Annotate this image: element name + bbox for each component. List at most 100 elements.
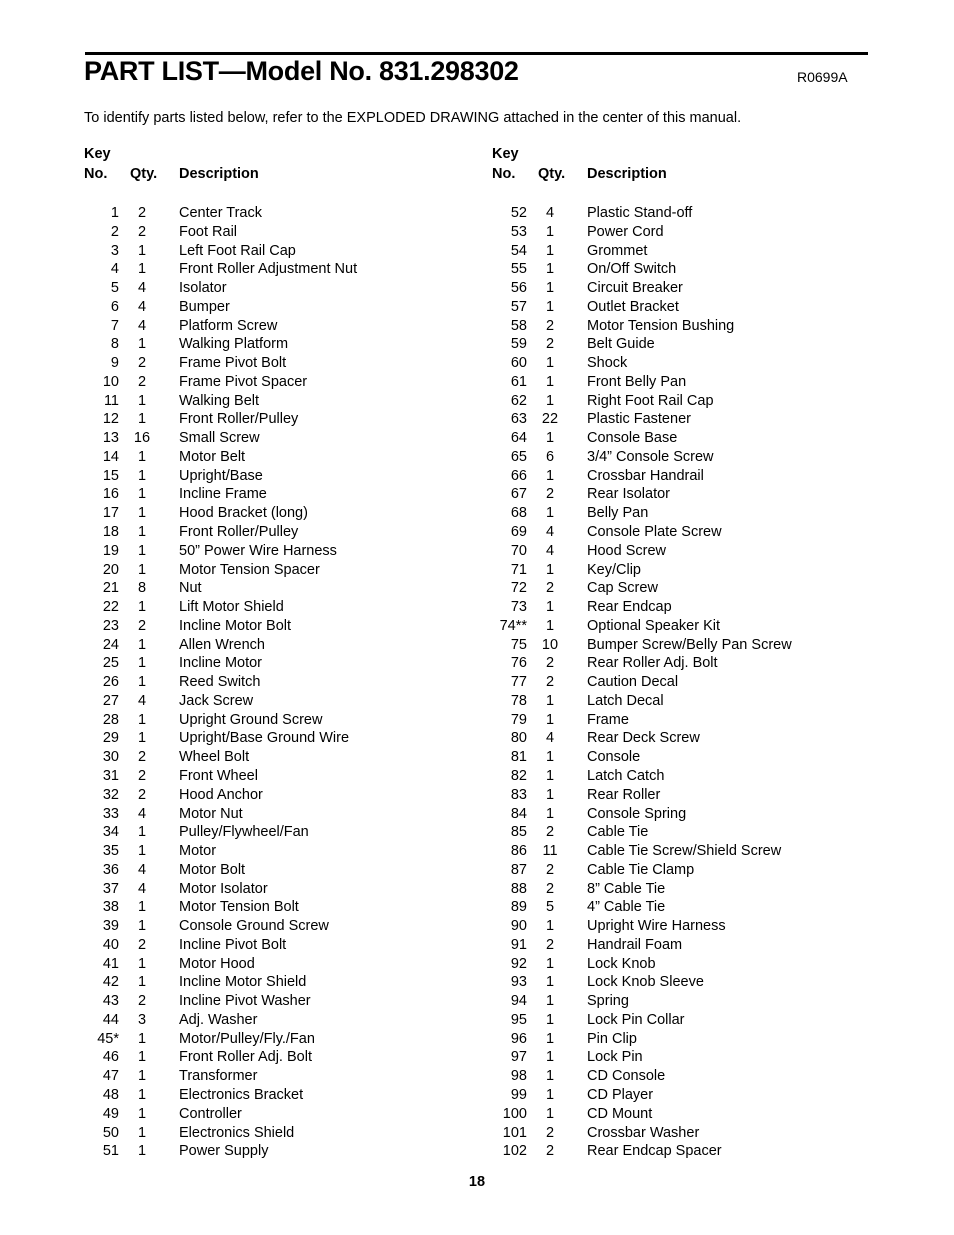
part-key-number: 78 [510,692,527,709]
part-key-number: 70 [510,542,527,559]
part-description: Small Screw [179,430,260,447]
part-description: Shock [587,355,628,372]
part-key-number: 79 [510,711,527,728]
part-key-number: 82 [510,767,527,784]
part-quantity: 1 [137,242,147,259]
part-quantity: 2 [137,617,147,634]
part-quantity: 1 [545,1049,555,1066]
part-key-number: 62 [510,392,527,409]
part-key-number: 47 [102,1068,119,1085]
part-description: Front Roller/Pulley [179,524,299,541]
part-quantity: 1 [137,655,147,672]
part-description: Console Base [587,430,678,447]
part-quantity: 1 [545,767,555,784]
part-quantity: 1 [545,355,555,372]
part-key-number: 71 [510,561,527,578]
part-description: Upright Wire Harness [587,918,726,935]
part-quantity: 2 [545,317,555,334]
part-quantity: 4 [137,805,147,822]
part-description: Plastic Stand-off [587,205,693,221]
part-description: Console Plate Screw [587,524,722,541]
part-quantity: 4 [545,524,555,541]
part-quantity: 4 [137,298,147,315]
part-description: Plastic Fastener [587,411,691,428]
part-key-number: 31 [102,767,119,784]
part-key-number: 87 [510,861,527,878]
part-description: Transformer [179,1068,258,1085]
part-quantity: 2 [137,767,147,784]
part-key-number: 38 [102,899,119,916]
part-description: Front Roller Adj. Bolt [179,1049,312,1066]
part-quantity: 22 [541,411,559,428]
part-key-number: 51 [102,1143,119,1160]
part-key-number: 100 [502,1105,527,1122]
part-description: Walking Platform [179,336,289,353]
part-description: Left Foot Rail Cap [179,242,296,259]
part-quantity: 1 [137,542,147,559]
part-quantity: 1 [545,1086,555,1103]
part-description: CD Console [587,1068,666,1085]
part-description: Rear Roller [587,786,661,803]
part-description: Isolator [179,280,227,297]
part-description: Hood Screw [587,542,666,559]
part-description: Bumper Screw/Belly Pan Screw [587,636,792,653]
part-description: Lock Pin Collar [587,1011,685,1028]
part-quantity: 1 [137,1049,147,1066]
part-quantity: 2 [545,580,555,597]
part-quantity: 1 [137,486,147,503]
part-key-number: 3 [110,242,119,259]
part-quantity: 1 [137,899,147,916]
part-quantity: 2 [137,373,147,390]
part-key-number: 96 [510,1030,527,1047]
page-title: PART LIST—Model No. 831.298302 [84,56,519,86]
part-description: Frame Pivot Bolt [179,355,287,372]
part-description: Front Roller/Pulley [179,411,299,428]
part-quantity: 1 [137,974,147,991]
part-description: 3/4” Console Screw [587,448,714,465]
part-quantity: 1 [545,261,555,278]
part-key-number: 25 [102,655,119,672]
part-list-page: PART LIST—Model No. 831.298302 R0699A To… [0,0,954,1235]
revision-code: R0699A [797,69,848,85]
part-quantity: 1 [137,955,147,972]
part-quantity: 1 [545,392,555,409]
part-quantity: 1 [545,1011,555,1028]
part-quantity: 2 [545,936,555,953]
part-quantity: 1 [137,674,147,691]
header-key-label: Key [84,146,111,162]
part-description: Crossbar Handrail [587,467,704,484]
part-key-number: 1 [110,205,119,221]
part-description: Front Wheel [179,767,258,784]
part-quantity: 1 [545,599,555,616]
part-key-number: 29 [102,730,119,747]
part-key-number: 92 [510,955,527,972]
part-description: Outlet Bracket [587,298,679,315]
part-quantity: 1 [137,843,147,860]
part-key-number: 63 [510,411,527,428]
part-key-number: 54 [510,242,527,259]
part-quantity: 10 [541,636,559,653]
part-quantity: 1 [545,223,555,240]
part-key-number: 102 [502,1143,527,1160]
part-quantity: 2 [137,936,147,953]
part-key-number: 40 [102,936,119,953]
part-key-number: 45* [97,1030,119,1047]
part-quantity: 2 [137,205,147,221]
part-description: Belly Pan [587,505,649,522]
part-description: Lock Knob Sleeve [587,974,704,991]
part-description: Bumper [179,298,230,315]
header-no-label: No. [492,166,516,182]
part-description: Spring [587,993,629,1010]
part-key-number: 12 [102,411,119,428]
part-description: Latch Decal [587,692,664,709]
part-quantity: 4 [545,542,555,559]
part-key-number: 84 [510,805,527,822]
part-quantity: 1 [545,467,555,484]
part-quantity: 1 [137,918,147,935]
part-description: Motor Bolt [179,861,246,878]
part-quantity: 2 [545,486,555,503]
part-description: Platform Screw [179,317,278,334]
part-key-number: 64 [510,430,527,447]
part-key-number: 99 [510,1086,527,1103]
part-description: Incline Motor [179,655,263,672]
